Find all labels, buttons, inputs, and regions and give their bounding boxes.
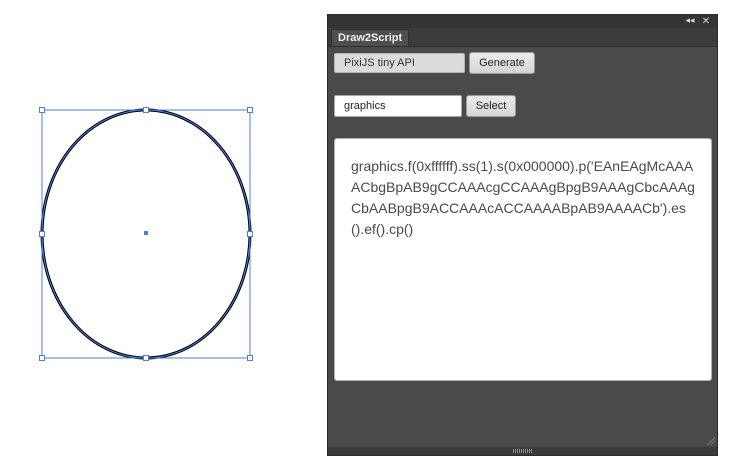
- handle-top-center[interactable]: [143, 107, 149, 113]
- artboard[interactable]: [0, 0, 320, 471]
- handle-bottom-right[interactable]: [247, 355, 253, 361]
- api-dropdown[interactable]: PixiJS tiny API: [334, 53, 465, 73]
- draw2script-panel: ◂◂ ✕ Draw2Script PixiJS tiny API Generat…: [327, 14, 718, 456]
- handle-bottom-left[interactable]: [39, 355, 45, 361]
- generate-button[interactable]: Generate: [469, 52, 535, 74]
- close-icon[interactable]: ✕: [699, 15, 713, 28]
- double-chevron-left-icon[interactable]: ◂◂: [683, 15, 697, 28]
- center-point-marker: [144, 231, 148, 235]
- panel-title-bar[interactable]: ◂◂ ✕: [328, 15, 717, 28]
- handle-bottom-center[interactable]: [143, 355, 149, 361]
- code-output-area[interactable]: graphics.f(0xffffff).ss(1).s(0x000000).p…: [334, 138, 712, 381]
- variable-name-input[interactable]: [334, 95, 462, 117]
- resize-grip-icon[interactable]: [707, 437, 715, 445]
- handle-middle-right[interactable]: [247, 231, 253, 237]
- handle-top-right[interactable]: [247, 107, 253, 113]
- tab-draw2script[interactable]: Draw2Script: [331, 29, 410, 46]
- artboard-svg: [39, 107, 253, 361]
- select-button[interactable]: Select: [466, 95, 516, 117]
- panel-bottom-bar: [328, 447, 717, 455]
- drag-grip-icon[interactable]: [513, 449, 533, 453]
- panel-tab-strip: Draw2Script: [328, 28, 717, 47]
- handle-middle-left[interactable]: [39, 231, 45, 237]
- handle-top-left[interactable]: [39, 107, 45, 113]
